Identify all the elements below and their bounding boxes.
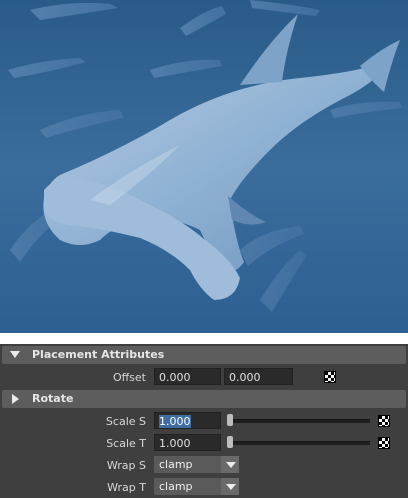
scale-t-value: 1.000 [159,437,191,450]
scale-s-slider-track[interactable] [228,419,370,423]
map-button-icon[interactable] [378,415,390,427]
attribute-editor-panel: Placement Attributes Offset 0.000 0.000 … [0,344,408,498]
section-title: Rotate [32,392,74,405]
wrap-t-dropdown[interactable]: clamp [154,478,239,495]
scale-s-field[interactable]: 1.000 [154,412,221,429]
scale-t-label: Scale T [106,437,146,450]
scale-t-slider-thumb[interactable] [227,436,233,448]
offset-v-field[interactable]: 0.000 [224,368,293,385]
scale-t-field[interactable]: 1.000 [154,434,221,451]
wrap-s-dropdown[interactable]: clamp [154,456,239,473]
expand-arrow-icon[interactable] [12,394,19,404]
offset-v-value: 0.000 [229,371,261,384]
rotate-header[interactable]: Rotate [2,390,406,408]
chevron-down-icon[interactable] [221,456,239,473]
wrap-s-value: clamp [159,458,193,471]
scale-t-slider-track[interactable] [228,441,370,445]
offset-label: Offset [112,371,146,384]
texture-preview-viewport [0,0,408,333]
offset-u-field[interactable]: 0.000 [154,368,221,385]
hammerhead-shark-image [0,0,408,333]
offset-u-value: 0.000 [159,371,191,384]
wrap-t-value: clamp [159,480,193,493]
section-title: Placement Attributes [32,348,165,361]
map-button-icon[interactable] [324,371,336,383]
collapse-arrow-icon[interactable] [10,351,20,358]
scale-s-value: 1.000 [159,415,191,428]
chevron-down-icon[interactable] [221,478,239,495]
map-button-icon[interactable] [378,437,390,449]
scale-s-slider-thumb[interactable] [227,414,233,426]
scale-s-label: Scale S [105,415,146,428]
wrap-s-label: Wrap S [106,459,146,472]
wrap-t-label: Wrap T [107,481,146,494]
placement-attributes-header[interactable]: Placement Attributes [2,346,406,364]
